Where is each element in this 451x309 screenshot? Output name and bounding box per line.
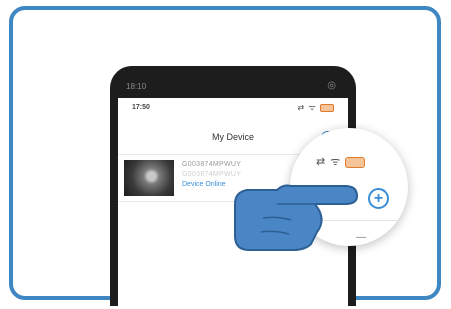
magnified-battery-icon bbox=[345, 156, 366, 168]
page-title: My Device bbox=[211, 132, 254, 142]
status-time: 17:50 bbox=[132, 104, 150, 111]
device-status: Device Online bbox=[182, 181, 226, 188]
magnified-signal-wifi-icon: ⇄ ᯤ bbox=[316, 156, 342, 168]
pointing-hand-icon bbox=[234, 184, 359, 251]
wifi-icon: ◎ bbox=[327, 80, 336, 91]
device-name: G003874MPWUY bbox=[182, 161, 242, 168]
magnified-add-icon[interactable]: + bbox=[368, 188, 389, 209]
outer-time: 18:10 bbox=[126, 82, 147, 91]
camera-thumbnail[interactable] bbox=[124, 160, 174, 196]
magnified-status-icons: ⇄ ᯤ bbox=[316, 154, 366, 169]
signal-wifi-icon: ⇄ ᯤ bbox=[297, 103, 317, 112]
status-icons: ⇄ ᯤ bbox=[298, 102, 334, 113]
phone-top-bar: 18:10 ◎ bbox=[110, 66, 356, 100]
status-bar: 17:50 ⇄ ᯤ bbox=[118, 98, 348, 118]
battery-icon bbox=[320, 103, 334, 112]
